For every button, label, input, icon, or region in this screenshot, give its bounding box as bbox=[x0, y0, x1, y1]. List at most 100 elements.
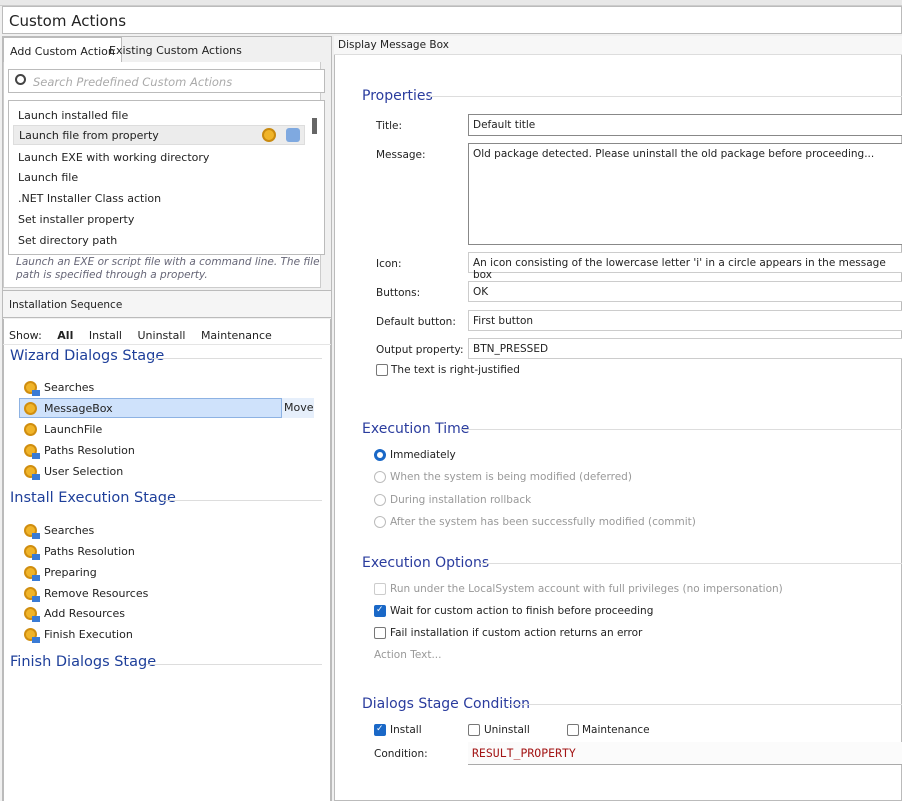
sequence-item[interactable]: Remove Resources bbox=[44, 587, 148, 600]
divider bbox=[146, 664, 322, 665]
sequence-action-icon bbox=[24, 628, 40, 643]
sequence-item[interactable]: Add Resources bbox=[44, 607, 125, 620]
move-button[interactable]: Move bbox=[281, 398, 314, 418]
message-label: Message: bbox=[376, 149, 426, 161]
fail-checkbox[interactable] bbox=[374, 627, 386, 639]
sequence-action-icon bbox=[24, 444, 40, 459]
wait-label: Wait for custom action to finish before … bbox=[390, 605, 654, 617]
condition-input[interactable]: RESULT_PROPERTY bbox=[468, 742, 902, 765]
sequence-action-icon bbox=[24, 545, 40, 560]
condition-label: Condition: bbox=[374, 748, 428, 760]
radio-label: When the system is being modified (defer… bbox=[390, 471, 632, 483]
icon-select[interactable]: An icon consisting of the lowercase lett… bbox=[468, 252, 902, 281]
list-item[interactable]: Set directory path bbox=[18, 234, 117, 247]
sequence-item[interactable]: Preparing bbox=[44, 566, 97, 579]
default-button-select[interactable]: First button bbox=[468, 310, 902, 331]
install-checkbox[interactable] bbox=[374, 724, 386, 736]
install-label: Install bbox=[390, 724, 422, 736]
list-item[interactable]: Launch file bbox=[18, 171, 78, 184]
action-text-link[interactable]: Action Text... bbox=[374, 649, 441, 661]
sequence-header: Installation Sequence bbox=[2, 290, 332, 318]
radio-label: During installation rollback bbox=[390, 494, 532, 506]
filter-maintenance[interactable]: Maintenance bbox=[201, 329, 272, 342]
stage-heading: Wizard Dialogs Stage bbox=[10, 348, 165, 364]
wait-checkbox[interactable] bbox=[374, 605, 386, 617]
maintenance-checkbox[interactable] bbox=[567, 724, 579, 736]
search-input[interactable]: Search Predefined Custom Actions bbox=[8, 69, 325, 93]
radio-immediately[interactable] bbox=[374, 449, 386, 461]
list-item-selected[interactable]: Launch file from property bbox=[13, 125, 305, 145]
stage-heading: Install Execution Stage bbox=[10, 490, 176, 506]
tab-existing-custom-actions[interactable]: Existing Custom Actions bbox=[103, 37, 248, 63]
divider bbox=[3, 344, 331, 345]
divider bbox=[152, 358, 322, 359]
list-item-label: Launch file from property bbox=[19, 129, 159, 142]
sequence-item[interactable]: Searches bbox=[44, 524, 94, 537]
show-label: Show: bbox=[9, 329, 42, 342]
buttons-label: Buttons: bbox=[376, 287, 421, 299]
filter-install[interactable]: Install bbox=[89, 329, 122, 342]
divider bbox=[462, 429, 902, 430]
sequence-action-icon bbox=[24, 381, 40, 396]
message-textarea[interactable]: Old package detected. Please uninstall t… bbox=[468, 143, 902, 245]
section-heading-execution-options: Execution Options bbox=[362, 555, 490, 571]
radio-label: After the system has been successfully m… bbox=[390, 516, 696, 528]
radio-rollback[interactable] bbox=[374, 494, 386, 506]
localsystem-label: Run under the LocalSystem account with f… bbox=[390, 583, 783, 595]
right-justified-checkbox[interactable] bbox=[376, 364, 388, 376]
stage-heading: Finish Dialogs Stage bbox=[10, 654, 157, 670]
radio-commit[interactable] bbox=[374, 516, 386, 528]
radio-label: Immediately bbox=[390, 449, 456, 461]
sequence-action-icon bbox=[24, 587, 40, 602]
sequence-item[interactable]: Finish Execution bbox=[44, 628, 133, 641]
sequence-action-icon bbox=[24, 465, 40, 480]
filter-uninstall[interactable]: Uninstall bbox=[137, 329, 185, 342]
add-action-icon[interactable] bbox=[262, 128, 276, 142]
search-placeholder: Search Predefined Custom Actions bbox=[33, 75, 233, 89]
output-property-input[interactable]: BTN_PRESSED bbox=[468, 338, 902, 359]
sequence-item[interactable]: LaunchFile bbox=[44, 423, 102, 436]
list-item[interactable]: Launch EXE with working directory bbox=[18, 151, 209, 164]
sequence-action-icon bbox=[24, 524, 40, 539]
list-item[interactable]: Set installer property bbox=[18, 213, 134, 226]
list-item[interactable]: .NET Installer Class action bbox=[18, 192, 161, 205]
action-description: Launch an EXE or script file with a comm… bbox=[16, 256, 320, 281]
divider bbox=[162, 500, 322, 501]
sequence-action-icon bbox=[24, 566, 40, 581]
uninstall-checkbox[interactable] bbox=[468, 724, 480, 736]
title-label: Title: bbox=[376, 120, 403, 132]
right-justified-label: The text is right-justified bbox=[391, 364, 520, 376]
radio-deferred[interactable] bbox=[374, 471, 386, 483]
sequence-item[interactable]: MessageBox bbox=[44, 402, 113, 415]
sequence-item[interactable]: Paths Resolution bbox=[44, 444, 135, 457]
section-heading-execution-time: Execution Time bbox=[362, 421, 470, 437]
page-title: Custom Actions bbox=[2, 6, 902, 34]
list-scrollbar[interactable] bbox=[312, 118, 317, 134]
add-sequence-action-icon[interactable] bbox=[286, 128, 300, 142]
sequence-item[interactable]: User Selection bbox=[44, 465, 123, 478]
output-property-label: Output property: bbox=[376, 344, 464, 356]
section-heading-properties: Properties bbox=[362, 88, 433, 104]
list-item[interactable]: Launch installed file bbox=[18, 109, 128, 122]
divider bbox=[430, 96, 902, 97]
sequence-item[interactable]: Paths Resolution bbox=[44, 545, 135, 558]
title-input[interactable]: Default title bbox=[468, 114, 902, 136]
panel-title: Display Message Box bbox=[334, 36, 902, 55]
maintenance-label: Maintenance bbox=[582, 724, 650, 736]
custom-action-gear-icon bbox=[24, 423, 37, 436]
fail-label: Fail installation if custom action retur… bbox=[390, 627, 643, 639]
default-button-label: Default button: bbox=[376, 316, 456, 328]
buttons-select[interactable]: OK bbox=[468, 281, 902, 302]
custom-action-gear-icon bbox=[24, 402, 37, 415]
section-heading-dialogs-condition: Dialogs Stage Condition bbox=[362, 696, 531, 712]
show-filter: Show: All Install Uninstall Maintenance bbox=[9, 329, 284, 342]
icon-label: Icon: bbox=[376, 258, 402, 270]
custom-action-list: Launch installed file Launch file from p… bbox=[8, 100, 325, 255]
filter-all[interactable]: All bbox=[57, 329, 73, 342]
search-icon bbox=[15, 74, 26, 85]
divider bbox=[508, 704, 902, 705]
localsystem-checkbox[interactable] bbox=[374, 583, 386, 595]
sequence-item[interactable]: Searches bbox=[44, 381, 94, 394]
uninstall-label: Uninstall bbox=[484, 724, 530, 736]
sequence-action-icon bbox=[24, 607, 40, 622]
